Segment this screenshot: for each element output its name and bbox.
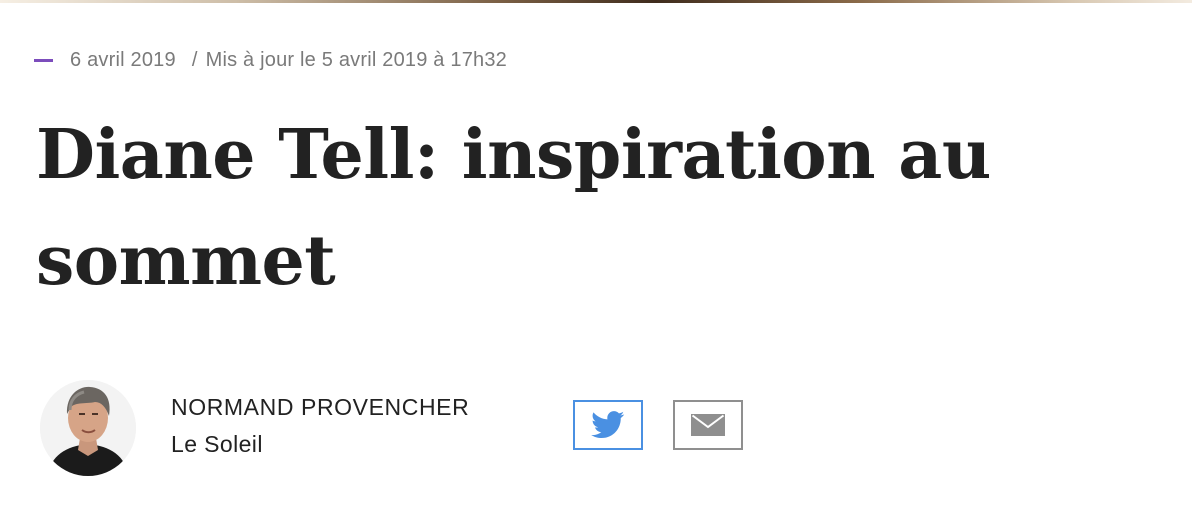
author-name[interactable]: NORMAND PROVENCHER (171, 394, 469, 421)
envelope-icon (691, 414, 725, 436)
share-twitter-button[interactable] (573, 400, 643, 450)
article-meta: 6 avril 2019 / Mis à jour le 5 avril 201… (34, 46, 507, 74)
publish-date: 6 avril 2019 (70, 48, 176, 71)
accent-dash (34, 58, 53, 62)
author-avatar (40, 380, 136, 476)
author-outlet: Le Soleil (171, 431, 263, 457)
twitter-bird-icon (591, 411, 625, 439)
updated-date: Mis à jour le 5 avril 2019 à 17h32 (205, 48, 507, 71)
top-image-edge (0, 0, 1192, 3)
share-email-button[interactable] (673, 400, 743, 450)
author-portrait-icon (40, 380, 136, 476)
meta-separator: / (191, 48, 198, 71)
article-title: Diane Tell: inspiration au sommet (36, 115, 991, 301)
author-byline: NORMAND PROVENCHER Le Soleil (40, 380, 760, 480)
